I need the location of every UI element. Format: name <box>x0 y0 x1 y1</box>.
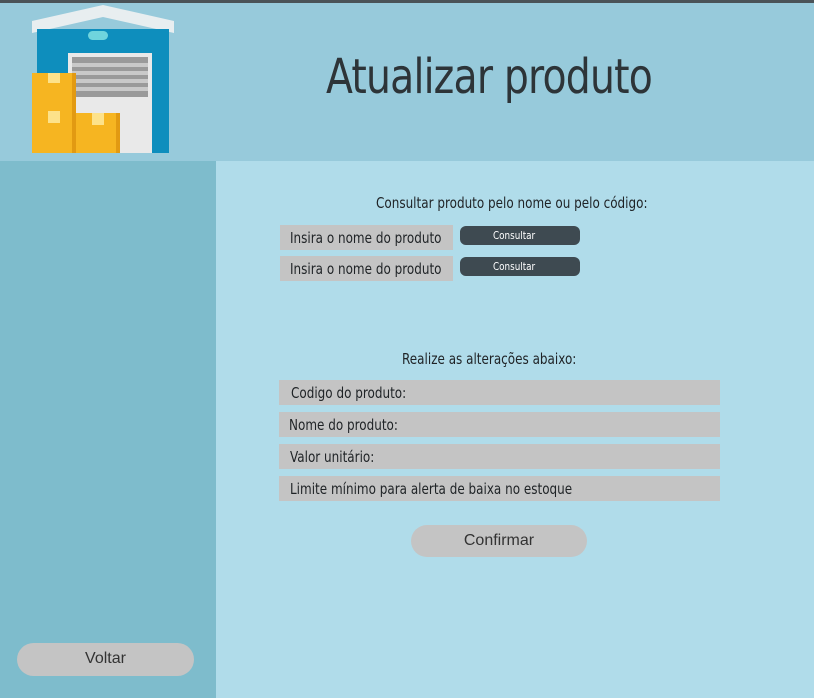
product-name-label: Nome do produto: <box>289 416 398 434</box>
min-stock-alert-label: Limite mínimo para alerta de baixa no es… <box>290 480 573 498</box>
consult-button-label: Consultar <box>493 260 536 273</box>
page-title: Atualizar produto <box>326 49 653 105</box>
product-name-field[interactable]: Nome do produto: <box>279 412 720 437</box>
warehouse-icon <box>32 5 174 153</box>
back-button[interactable]: Voltar <box>17 643 194 676</box>
sidebar <box>0 161 216 698</box>
product-code-field[interactable]: Codigo do produto: <box>279 380 720 405</box>
consult-button[interactable]: Consultar <box>460 257 580 276</box>
product-search-placeholder: Insira o nome do produto <box>290 260 442 278</box>
product-search-input[interactable]: Insira o nome do produto <box>280 256 453 281</box>
header: Atualizar produto <box>0 3 814 161</box>
product-code-label: Codigo do produto: <box>291 384 407 402</box>
product-search-placeholder: Insira o nome do produto <box>290 229 442 247</box>
unit-price-label: Valor unitário: <box>290 448 375 466</box>
min-stock-alert-field[interactable]: Limite mínimo para alerta de baixa no es… <box>279 476 720 501</box>
consult-button[interactable]: Consultar <box>460 226 580 245</box>
search-heading: Consultar produto pelo nome ou pelo códi… <box>376 194 648 212</box>
confirm-button[interactable]: Confirmar <box>411 525 587 557</box>
consult-button-label: Consultar <box>493 229 536 242</box>
edit-heading: Realize as alterações abaixo: <box>402 350 577 368</box>
unit-price-field[interactable]: Valor unitário: <box>279 444 720 469</box>
product-search-input[interactable]: Insira o nome do produto <box>280 225 453 250</box>
